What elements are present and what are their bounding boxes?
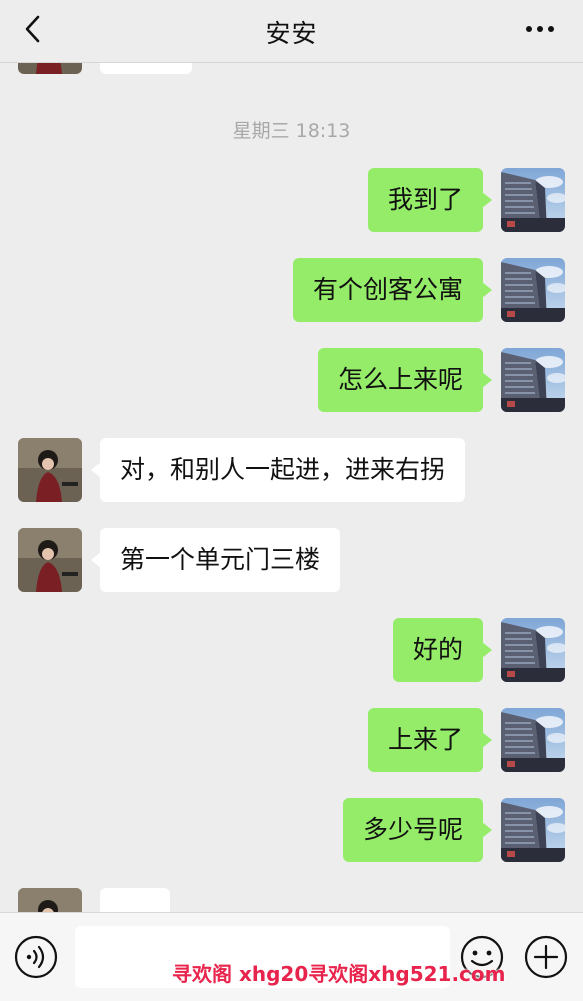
- contact-avatar[interactable]: [18, 528, 82, 592]
- my-avatar[interactable]: [501, 168, 565, 232]
- watermark-text: 寻欢阁 xhg20寻欢阁xhg521.com: [172, 962, 506, 986]
- contact-avatar[interactable]: [18, 888, 82, 912]
- partial-message-bubble[interactable]: [100, 62, 192, 74]
- partial-message-row: [0, 888, 583, 912]
- message-row: 我到了: [0, 168, 583, 232]
- message-bubble[interactable]: 对，和别人一起进，进来右拐: [90, 438, 466, 502]
- message-row: 对，和别人一起进，进来右拐: [0, 438, 583, 502]
- message-bubble[interactable]: 多少号呢: [342, 798, 493, 862]
- message-row: 怎么上来呢: [0, 348, 583, 412]
- contact-avatar[interactable]: [18, 438, 82, 502]
- chat-title: 安安: [265, 19, 318, 48]
- input-bar: [0, 912, 583, 1001]
- partial-message-row: [0, 62, 583, 74]
- message-row: 好的: [0, 618, 583, 682]
- my-avatar[interactable]: [501, 798, 565, 862]
- message-bubble[interactable]: 我到了: [367, 168, 493, 232]
- my-avatar[interactable]: [501, 618, 565, 682]
- voice-icon[interactable]: [14, 935, 58, 979]
- message-row: 有个创客公寓: [0, 258, 583, 322]
- more-icon[interactable]: [523, 16, 557, 42]
- my-avatar[interactable]: [501, 258, 565, 322]
- message-timestamp: 星期三 18:13: [232, 120, 351, 142]
- partial-message-bubble[interactable]: [100, 888, 170, 912]
- message-list[interactable]: 星期三 18:13 我到了 有个创客公寓 怎么上来呢 对，和别人一起进，进来右拐…: [0, 62, 583, 912]
- message-bubble[interactable]: 有个创客公寓: [292, 258, 493, 322]
- message-bubble[interactable]: 第一个单元门三楼: [90, 528, 341, 592]
- message-row: 上来了: [0, 708, 583, 772]
- message-bubble[interactable]: 怎么上来呢: [317, 348, 493, 412]
- chat-header: 安安: [0, 0, 583, 63]
- contact-avatar[interactable]: [18, 62, 82, 74]
- plus-icon[interactable]: [524, 935, 568, 979]
- my-avatar[interactable]: [501, 708, 565, 772]
- message-row: 第一个单元门三楼: [0, 528, 583, 592]
- message-row: 多少号呢: [0, 798, 583, 862]
- my-avatar[interactable]: [501, 348, 565, 412]
- message-bubble[interactable]: 好的: [392, 618, 493, 682]
- message-bubble[interactable]: 上来了: [367, 708, 493, 772]
